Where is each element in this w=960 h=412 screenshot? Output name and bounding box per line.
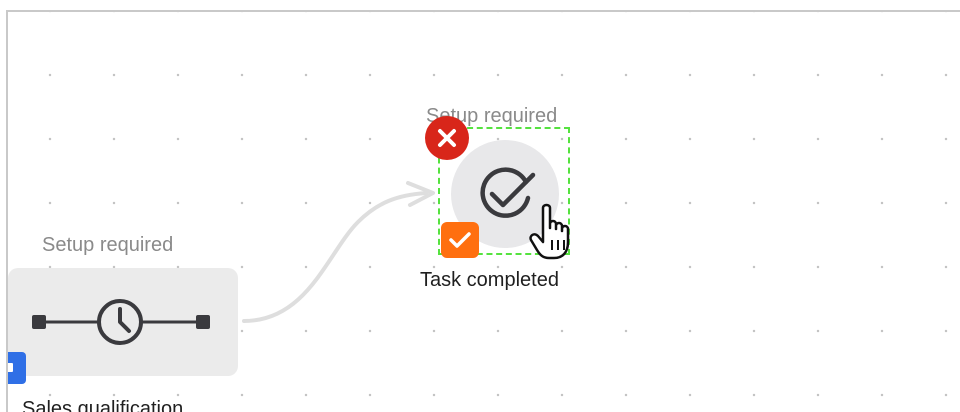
node-handle[interactable] <box>8 352 26 384</box>
workflow-canvas[interactable]: Setup required Sales qualification Setup… <box>6 10 960 412</box>
timer-node-status: Setup required <box>42 234 174 256</box>
checkmark-icon <box>449 232 471 248</box>
hand-pointer-icon <box>529 203 570 260</box>
delete-node-button[interactable] <box>425 116 469 160</box>
timer-delay-icon <box>32 299 210 345</box>
timer-node[interactable] <box>8 268 238 376</box>
timer-node-caption: Sales qualification <box>22 398 184 412</box>
complete-node-button[interactable] <box>441 222 479 258</box>
close-icon <box>438 129 456 147</box>
task-node-caption: Task completed <box>420 269 559 291</box>
